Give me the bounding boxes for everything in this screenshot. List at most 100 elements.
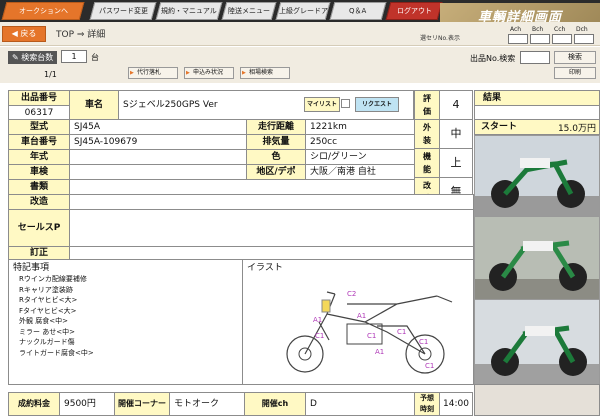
- damage-mark: C2: [347, 290, 356, 298]
- auction-nav-label: オークションへ: [18, 7, 68, 15]
- documents-value: [69, 179, 415, 195]
- rules-nav-label: 規約・マニュアル: [161, 7, 217, 15]
- model-value: SJ45A: [69, 119, 247, 135]
- count-unit: 台: [91, 53, 99, 62]
- correction-label: 訂正: [8, 246, 70, 260]
- inspection-label: 車検: [8, 164, 70, 180]
- corner-label: 開催コーナー: [114, 392, 170, 416]
- notes-box: 特記事項 Rウインカ配線要補修 Rキャリア塗装跡 Rタイヤヒビ<大> Fタイヤヒ…: [8, 259, 243, 385]
- damage-mark: C1: [419, 338, 428, 346]
- note-item: Fタイヤヒビ<大>: [19, 306, 77, 315]
- color-value: シロ/グリーン: [305, 149, 415, 165]
- logout-button[interactable]: ログアウト: [385, 2, 443, 20]
- note-item: Rタイヤヒビ<大>: [19, 296, 78, 304]
- region-value: 大阪／南港 自社: [305, 164, 415, 180]
- market-search-button[interactable]: 相場検索: [240, 67, 290, 79]
- shipping-nav-label: 陸送メニュー: [228, 7, 270, 15]
- lot-value: 06317: [8, 105, 70, 120]
- score-label: 評価: [414, 90, 440, 120]
- motorcycle-diagram-icon: C2 A1 C1 C1 C1 A1 C1 C1 A1: [286, 290, 453, 374]
- score-value: 4: [439, 90, 473, 120]
- photo-footer: [474, 384, 600, 416]
- vehicle-photo-2[interactable]: [474, 216, 600, 300]
- displacement-label: 排気量: [246, 134, 306, 150]
- breadcrumb: TOP ⇒ 詳細: [56, 30, 106, 40]
- corner-value: モトオーク: [169, 392, 245, 416]
- damage-mark: A1: [357, 312, 366, 320]
- mileage-label: 走行距離: [246, 119, 306, 135]
- time-value: 14:00: [439, 392, 473, 416]
- color-label: 色: [246, 149, 306, 165]
- note-item: Rキャリア塗装跡: [19, 285, 73, 294]
- model-label: 型式: [8, 119, 70, 135]
- damage-mark: A1: [375, 348, 384, 356]
- check-label-c: Cch: [554, 26, 566, 33]
- select-hint: 選セリNo.表示: [420, 35, 460, 42]
- sales-point-value: [69, 209, 474, 247]
- displacement-value: 250cc: [305, 134, 415, 150]
- check-b-box[interactable]: [530, 34, 550, 44]
- mylist-label: マイリスト: [304, 97, 340, 112]
- back-label: 戻る: [20, 29, 37, 38]
- proxy-bid-button[interactable]: 代行落札: [128, 67, 178, 79]
- note-item: ライトガード腐食<中>: [19, 348, 94, 357]
- print-button[interactable]: 印刷: [554, 67, 596, 79]
- frame-label: 車台番号: [8, 134, 70, 150]
- result-label: 結果: [474, 90, 600, 106]
- check-label-b: Bch: [532, 26, 544, 33]
- check-d-box[interactable]: [574, 34, 594, 44]
- check-a-box[interactable]: [508, 34, 528, 44]
- motorcycle-photo-icon: [475, 136, 599, 216]
- frame-value: SJ45A-109679: [69, 134, 247, 150]
- vehicle-detail-table: 出品番号 06317 車名 Sジェベル250GPS Ver マイリスト リクエス…: [0, 88, 600, 420]
- notes-label: 特記事項: [13, 263, 50, 273]
- check-label-a: Ach: [510, 26, 522, 33]
- lot-search-input[interactable]: [520, 51, 550, 64]
- vehicle-photo-1[interactable]: [474, 135, 600, 217]
- count-label-text: 検索台数: [21, 53, 54, 62]
- damage-mark: A1: [313, 316, 322, 324]
- count-value: 1: [61, 50, 87, 63]
- auction-nav-button[interactable]: オークションへ: [1, 2, 85, 20]
- note-item: Rウインカ配線要補修: [19, 275, 87, 283]
- illustration-box: イラスト C2 A1 C1 C1 C1 A1 C1 C1 A1: [242, 259, 474, 385]
- request-button[interactable]: リクエスト: [355, 97, 399, 112]
- qa-nav-label: Q＆A: [349, 7, 367, 15]
- time-label: 予想時刻: [414, 392, 440, 416]
- check-c-box[interactable]: [552, 34, 572, 44]
- damage-mark: C1: [315, 332, 324, 340]
- correction-value: [69, 246, 474, 260]
- inspection-value: [69, 164, 247, 180]
- count-label: ✎ 検索台数: [8, 51, 58, 64]
- note-item: ミラー あせ<中>: [19, 327, 75, 336]
- function-label: 機能: [414, 148, 440, 178]
- password-nav-button[interactable]: パスワード変更: [89, 2, 157, 20]
- qa-nav-button[interactable]: Q＆A: [329, 2, 387, 20]
- damage-mark: C1: [397, 328, 406, 336]
- exterior-label: 外装: [414, 119, 440, 149]
- fee-value: 9500円: [59, 392, 115, 416]
- application-status-button[interactable]: 申込み状況: [184, 67, 234, 79]
- lot-search-button[interactable]: 検索: [554, 51, 596, 64]
- lot-label: 出品番号: [8, 90, 70, 106]
- vehicle-photo-3[interactable]: [474, 299, 600, 385]
- check-label-d: Dch: [576, 26, 588, 33]
- sales-point-label: セールスP: [8, 209, 70, 247]
- motorcycle-photo-icon: [475, 300, 599, 384]
- motorcycle-photo-icon: [475, 217, 599, 299]
- logout-label: ログアウト: [396, 7, 432, 15]
- vehicle-label: 車名: [69, 90, 119, 120]
- back-button[interactable]: ◀ 戻る: [2, 26, 46, 42]
- illustration-label: イラスト: [247, 263, 283, 273]
- upgrade-nav-button[interactable]: 上級グレードアップ: [275, 2, 331, 20]
- documents-label: 書類: [8, 179, 70, 195]
- lot-search-label: 出品No.検索: [470, 54, 516, 63]
- mylist-checkbox[interactable]: [341, 99, 350, 108]
- function-value: 上: [439, 148, 473, 178]
- password-nav-label: パスワード変更: [98, 7, 148, 15]
- shipping-nav-button[interactable]: 陸送メニュー: [221, 2, 277, 20]
- fee-label: 成約料金: [8, 392, 60, 416]
- start-price-value: 15.0万円: [557, 124, 596, 134]
- year-label: 年式: [8, 149, 70, 165]
- rules-nav-button[interactable]: 規約・マニュアル: [155, 2, 223, 20]
